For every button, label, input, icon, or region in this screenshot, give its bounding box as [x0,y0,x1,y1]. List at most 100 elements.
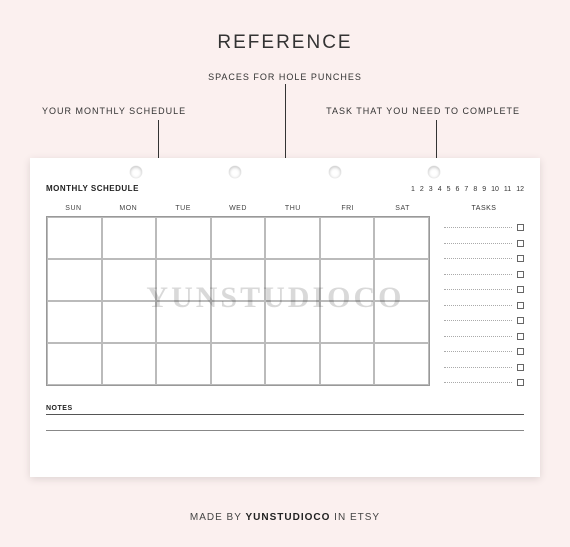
hole-punch-row [86,166,484,178]
task-checkbox [517,379,524,386]
task-write-line [444,305,512,306]
annotation-hole-punches: SPACES FOR HOLE PUNCHES [0,72,570,82]
month-number: 12 [516,186,524,193]
hole-punch [229,166,241,178]
footer-prefix: MADE BY [190,512,246,523]
calendar-cell [320,259,375,301]
task-line [444,313,524,329]
annotation-tasks: TASK THAT YOU NEED TO COMPLETE [326,106,520,116]
task-line [444,220,524,236]
tasks-heading: TASKS [444,205,524,212]
task-checkbox [517,348,524,355]
task-line [444,282,524,298]
task-checkbox [517,364,524,371]
calendar-cell [156,217,211,259]
day-headers: SUNMONTUEWEDTHUFRISAT [46,205,430,216]
footer-brand: YUNSTUDIOCO [246,512,331,523]
sheet-heading: MONTHLY SCHEDULE [46,184,139,193]
task-checkbox [517,255,524,262]
footer-credit: MADE BY YUNSTUDIOCO IN ETSY [0,512,570,523]
task-line [444,329,524,345]
calendar-cell [265,217,320,259]
calendar-cell [102,217,157,259]
task-line [444,267,524,283]
month-number: 3 [429,186,433,193]
task-line [444,360,524,376]
calendar-cell [320,217,375,259]
day-header: TUE [156,205,211,216]
day-header: SUN [46,205,101,216]
month-number: 10 [491,186,499,193]
task-checkbox [517,240,524,247]
calendar-cell [102,301,157,343]
month-number: 2 [420,186,424,193]
month-number: 11 [504,186,511,193]
day-header: WED [211,205,266,216]
planner-sheet: MONTHLY SCHEDULE 123456789101112 SUNMONT… [30,158,540,477]
calendar-cell [374,343,429,385]
page-title: REFERENCE [0,0,570,54]
task-write-line [444,367,512,368]
task-write-line [444,258,512,259]
calendar-cell [320,343,375,385]
calendar-cell [102,343,157,385]
task-write-line [444,243,512,244]
calendar-cell [156,259,211,301]
calendar-cell [47,343,102,385]
calendar-cell [265,259,320,301]
day-header: FRI [320,205,375,216]
task-checkbox [517,271,524,278]
month-number: 8 [473,186,477,193]
calendar-cell [102,259,157,301]
task-line [444,375,524,391]
task-write-line [444,382,512,383]
tasks-panel: TASKS [444,205,524,391]
day-header: MON [101,205,156,216]
task-checkbox [517,317,524,324]
task-write-line [444,274,512,275]
day-header: THU [265,205,320,216]
month-number: 4 [438,186,442,193]
month-number: 1 [411,186,415,193]
month-numbers: 123456789101112 [411,186,524,193]
task-checkbox [517,286,524,293]
task-write-line [444,227,512,228]
calendar-cell [211,343,266,385]
note-line [46,415,524,431]
annotation-monthly-schedule: YOUR MONTHLY SCHEDULE [42,106,186,116]
calendar-cell [211,259,266,301]
task-write-line [444,351,512,352]
month-number: 9 [482,186,486,193]
notes-heading: NOTES [46,405,524,415]
calendar-cell [374,301,429,343]
task-checkbox [517,302,524,309]
calendar-cell [211,217,266,259]
calendar-cell [156,301,211,343]
hole-punch [329,166,341,178]
notes-section: NOTES [46,405,524,431]
footer-suffix: IN ETSY [330,512,380,523]
task-write-line [444,289,512,290]
month-number: 7 [464,186,468,193]
calendar-area: SUNMONTUEWEDTHUFRISAT [46,205,430,391]
calendar-cell [265,301,320,343]
task-line [444,236,524,252]
hole-punch [428,166,440,178]
calendar-cell [211,301,266,343]
calendar-cell [320,301,375,343]
hole-punch [130,166,142,178]
task-checkbox [517,224,524,231]
calendar-cell [156,343,211,385]
calendar-cell [374,259,429,301]
calendar-grid [46,216,430,386]
calendar-cell [47,217,102,259]
calendar-cell [47,259,102,301]
task-write-line [444,336,512,337]
task-line [444,298,524,314]
month-number: 5 [447,186,451,193]
task-line [444,251,524,267]
calendar-cell [47,301,102,343]
task-line [444,344,524,360]
task-checkbox [517,333,524,340]
task-write-line [444,320,512,321]
